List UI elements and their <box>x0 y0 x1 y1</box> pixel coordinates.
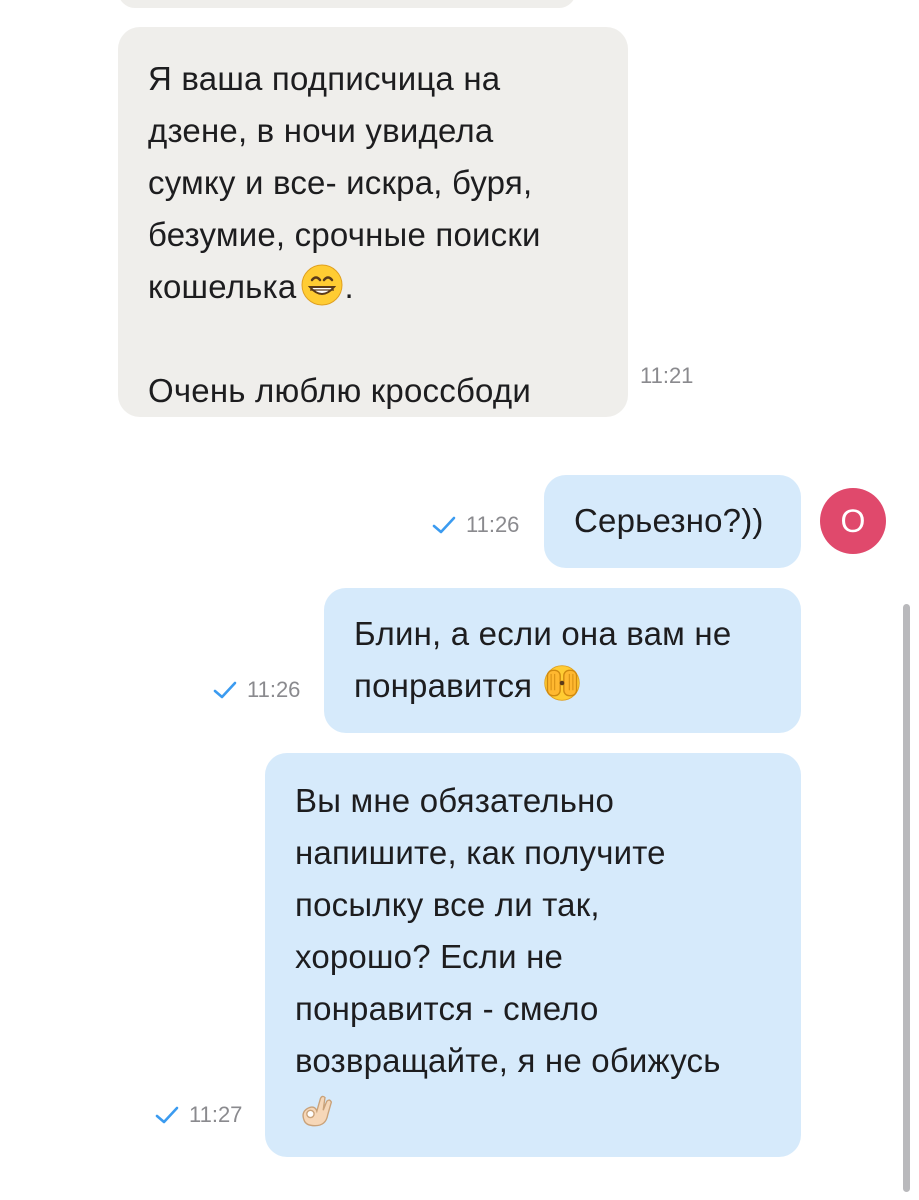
message-status: 11:27 <box>155 1102 242 1128</box>
chat-thread: Я ваша подписчица на дзене, в ночи увиде… <box>0 0 919 1200</box>
message-text: Блин, а если она вам не понравится <box>354 615 732 704</box>
message-timestamp: 11:26 <box>466 512 520 537</box>
message-timestamp: 11:26 <box>247 677 301 702</box>
message-timestamp: 11:27 <box>189 1102 243 1127</box>
message-status: 11:26 <box>432 512 519 538</box>
message-text: Вы мне обязательно напишите, как получит… <box>295 782 721 1079</box>
message-status: 11:26 <box>213 677 300 703</box>
message-timestamp: 11:21 <box>640 363 694 388</box>
avatar[interactable]: О <box>820 488 886 554</box>
incoming-message-bubble[interactable]: Я ваша подписчица на дзене, в ночи увиде… <box>118 27 628 417</box>
checkmark-icon <box>432 516 456 534</box>
scrollbar[interactable] <box>903 604 910 1192</box>
outgoing-message-bubble[interactable]: Блин, а если она вам не понравится <box>324 588 801 733</box>
outgoing-message-bubble[interactable]: Вы мне обязательно напишите, как получит… <box>265 753 801 1157</box>
checkmark-icon <box>155 1106 179 1124</box>
outgoing-message-bubble[interactable]: Серьезно?)) <box>544 475 801 568</box>
checkmark-icon <box>213 681 237 699</box>
face-hiding-emoji <box>543 665 580 701</box>
ok-hand-emoji <box>302 1095 333 1127</box>
grinning-face-emoji <box>301 264 343 306</box>
message-text: Серьезно?)) <box>574 502 764 539</box>
previous-message-bubble[interactable] <box>118 0 576 8</box>
message-text: Я ваша подписчица на дзене, в ночи увиде… <box>148 60 541 409</box>
